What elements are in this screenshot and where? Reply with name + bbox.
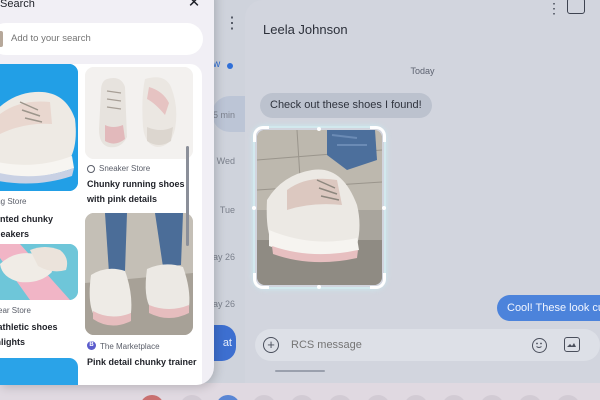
selection-handle[interactable]: [370, 273, 386, 289]
app-icon[interactable]: [140, 395, 164, 400]
app-icon[interactable]: [216, 395, 240, 400]
conversation-pane: Leela Johnson ⋮ Today Check out these sh…: [245, 0, 600, 383]
selection-dot: [317, 285, 321, 289]
app-icon[interactable]: [518, 395, 542, 400]
result-title-line: cented chunky: [0, 214, 54, 224]
gesture-bar: [275, 370, 325, 372]
window-icon[interactable]: [567, 0, 585, 14]
source-icon: [87, 165, 95, 173]
selection-handle[interactable]: [253, 273, 269, 289]
selection-dot: [317, 127, 321, 131]
result-title-line: y athletic shoes: [0, 322, 58, 332]
app-icon[interactable]: [328, 395, 352, 400]
result-title-line: Chunky running shoes: [87, 179, 185, 189]
app-icon[interactable]: [366, 395, 390, 400]
app-icon[interactable]: [290, 395, 314, 400]
selection-handle[interactable]: [253, 126, 269, 142]
more-vert-icon[interactable]: ⋮: [224, 14, 240, 34]
gallery-icon[interactable]: [564, 337, 580, 352]
close-icon[interactable]: ✕: [186, 0, 202, 11]
app-icon[interactable]: [480, 395, 504, 400]
contact-name: Leela Johnson: [263, 22, 348, 37]
search-panel: Search ✕ ning Store cented chunky sneake…: [0, 0, 214, 385]
result-title[interactable]: cented chunky sneakers: [0, 212, 53, 242]
taskbar: [0, 383, 600, 400]
message-composer: +: [255, 329, 600, 361]
result-title-line: ghlights: [0, 337, 25, 347]
day-divider: Today: [410, 66, 435, 76]
app-icon[interactable]: [404, 395, 428, 400]
list-time: Wed: [216, 156, 235, 166]
result-title-line: Pink detail chunky trainer: [87, 357, 197, 367]
outgoing-message[interactable]: Cool! These look cute: [497, 295, 600, 321]
list-item-fragment: w: [213, 59, 221, 70]
selection-dot: [252, 206, 256, 210]
result-title-line: with pink details: [87, 194, 158, 204]
app-icon[interactable]: [556, 395, 580, 400]
unread-dot: [227, 63, 233, 69]
result-image[interactable]: [0, 358, 78, 385]
emoji-icon[interactable]: [532, 338, 547, 353]
image-selection-outline: [253, 126, 386, 289]
list-time: Tue: [219, 205, 235, 215]
result-source: Sneaker Store: [99, 164, 151, 173]
search-results: ning Store cented chunky sneakers Sneake…: [0, 64, 202, 385]
result-title-line: sneakers: [0, 229, 30, 239]
add-icon[interactable]: +: [263, 337, 279, 353]
result-image[interactable]: [85, 67, 193, 159]
result-source: ning Store: [0, 197, 27, 206]
scrollbar[interactable]: [186, 146, 189, 246]
result-title[interactable]: y athletic shoes ghlights: [0, 320, 58, 350]
selection-dot: [382, 206, 386, 210]
result-image[interactable]: [85, 213, 193, 335]
result-source: The Marketplace: [100, 342, 160, 351]
search-input[interactable]: [11, 23, 191, 55]
result-image[interactable]: [0, 244, 78, 300]
selected-image-thumbnail: [0, 31, 3, 47]
result-title[interactable]: Chunky running shoes with pink details: [87, 177, 185, 207]
search-field[interactable]: [0, 23, 203, 55]
message-input[interactable]: [291, 329, 491, 361]
source-badge: B: [87, 341, 96, 350]
app-icon[interactable]: [180, 395, 204, 400]
incoming-message[interactable]: Check out these shoes I found!: [260, 93, 432, 118]
app-icon[interactable]: [442, 395, 466, 400]
panel-title: Search: [0, 0, 35, 10]
selection-handle[interactable]: [370, 126, 386, 142]
result-image[interactable]: [0, 64, 78, 191]
result-source: twear Store: [0, 306, 31, 315]
result-title[interactable]: Pink detail chunky trainer: [87, 355, 197, 370]
app-icon[interactable]: [252, 395, 276, 400]
more-vert-icon[interactable]: ⋮: [547, 0, 561, 17]
list-time: 5 min: [212, 110, 235, 120]
